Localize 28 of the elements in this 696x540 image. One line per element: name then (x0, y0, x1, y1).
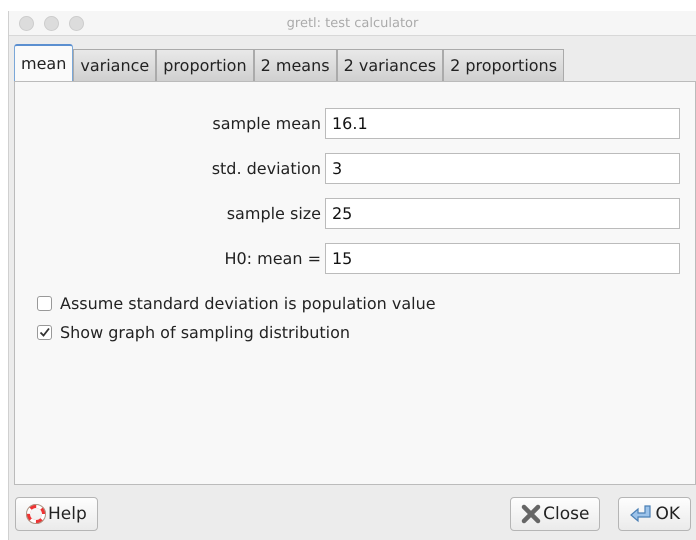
tab[interactable]: proportion (156, 49, 254, 81)
field-label: std. deviation (212, 159, 321, 178)
tab[interactable]: variance (73, 49, 156, 81)
tab[interactable]: mean (14, 44, 74, 81)
input-field[interactable]: 16.1 (325, 108, 680, 139)
input-field[interactable]: 25 (325, 198, 680, 229)
ok-button[interactable]: OK (618, 497, 691, 531)
window-close-control[interactable] (19, 16, 34, 30)
checkbox-label: Show graph of sampling distribution (60, 323, 350, 342)
checkbox-label: Assume standard deviation is population value (60, 294, 436, 313)
field-label: sample mean (212, 114, 321, 133)
input-field[interactable]: 15 (325, 243, 680, 274)
tab[interactable]: 2 proportions (443, 49, 564, 81)
help-button[interactable]: Help (15, 497, 98, 531)
tab[interactable]: 2 means (254, 49, 337, 81)
field-label: sample size (226, 204, 321, 223)
field-label: H0: mean = (224, 249, 321, 268)
window-zoom-control[interactable] (69, 16, 84, 30)
input-field[interactable]: 3 (325, 153, 680, 184)
tab[interactable]: 2 variances (336, 49, 444, 81)
lifebuoy-icon (26, 504, 46, 524)
checkbox[interactable] (37, 325, 52, 340)
checkbox[interactable] (37, 296, 52, 311)
window-title: gretl: test calculator (286, 16, 420, 30)
close-button[interactable]: Close (510, 497, 600, 531)
close-icon (521, 504, 542, 524)
return-arrow-icon (629, 504, 654, 524)
window-minimize-control[interactable] (44, 16, 59, 30)
